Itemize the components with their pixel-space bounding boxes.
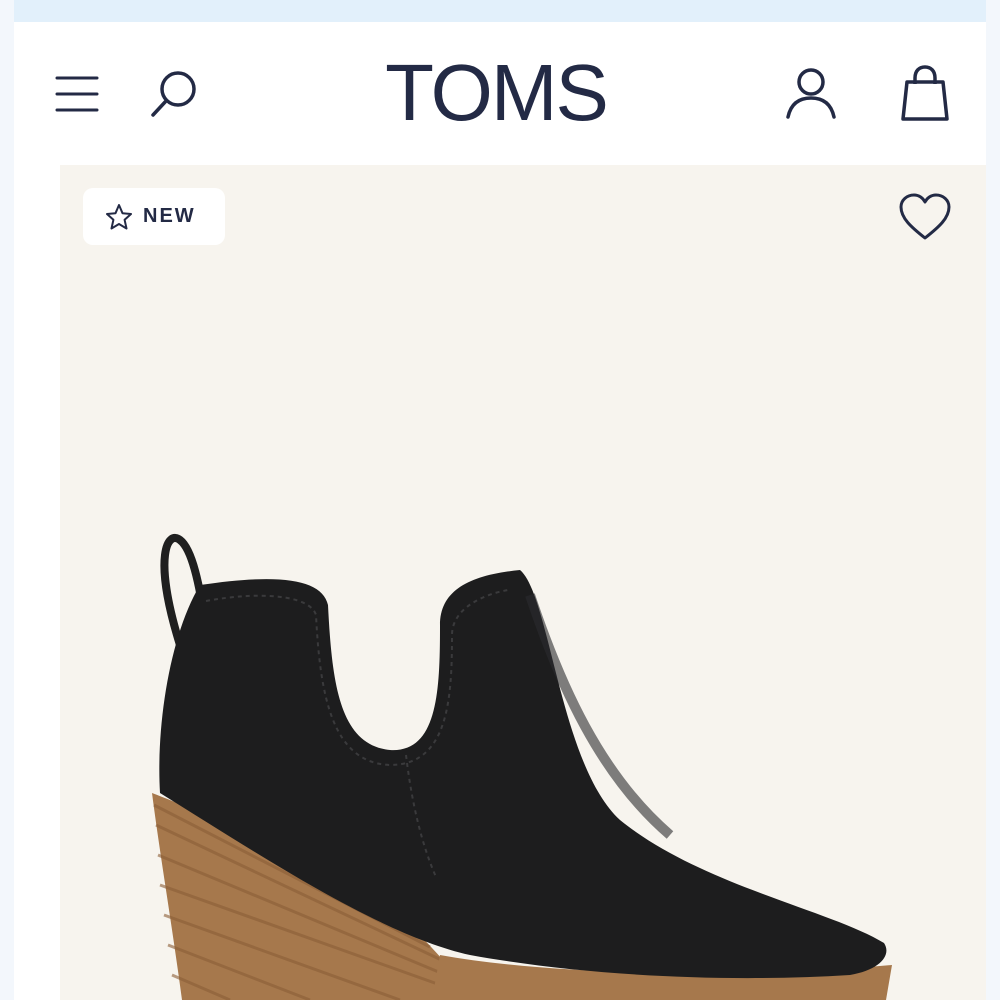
menu-button[interactable] xyxy=(50,66,104,122)
product-image[interactable] xyxy=(60,165,986,1000)
top-banner xyxy=(14,0,986,22)
page: TOMS NEW xyxy=(14,22,986,1000)
wishlist-button[interactable] xyxy=(890,185,960,249)
badge-label: NEW xyxy=(143,205,196,227)
search-icon xyxy=(151,71,196,117)
toms-logo[interactable]: TOMS xyxy=(366,48,626,138)
user-account-icon xyxy=(786,68,836,119)
shopping-bag-icon xyxy=(901,65,949,121)
account-button[interactable] xyxy=(780,62,842,124)
new-badge: NEW xyxy=(83,188,225,245)
product-card[interactable]: NEW xyxy=(60,165,986,1000)
star-outline-icon xyxy=(106,203,132,229)
search-button[interactable] xyxy=(142,64,206,124)
heart-outline-icon xyxy=(899,193,951,240)
hamburger-menu-icon xyxy=(55,76,99,112)
site-header: TOMS xyxy=(14,22,986,165)
cart-button[interactable] xyxy=(894,62,956,124)
